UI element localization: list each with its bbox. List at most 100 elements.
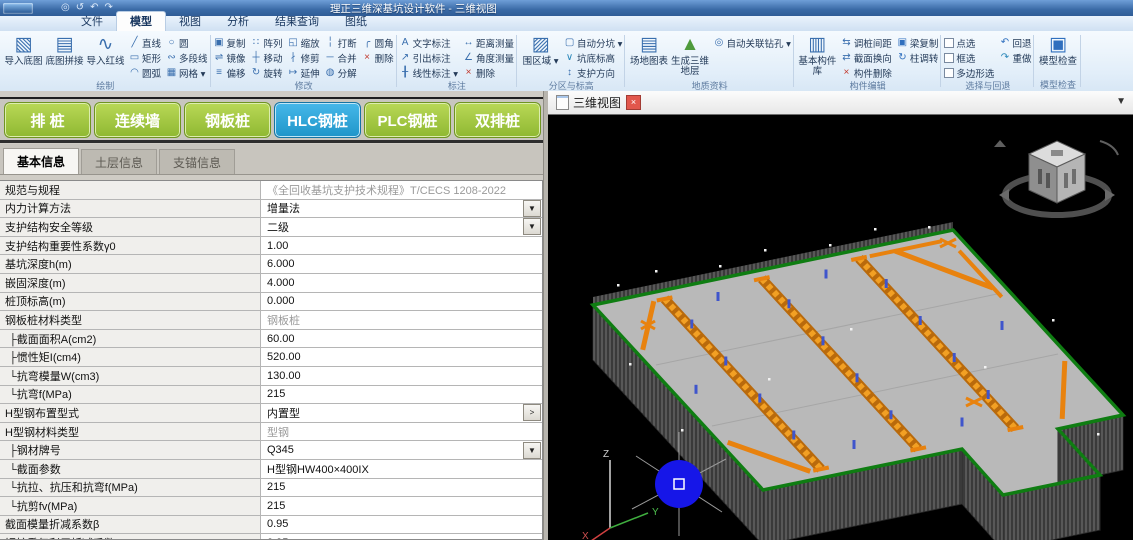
property-value[interactable]: Q345▼ (261, 441, 542, 459)
ribbon-small-button[interactable]: 点选 (944, 35, 994, 50)
property-value[interactable]: 增量法▼ (261, 200, 542, 218)
view-tab-3d[interactable]: 三维视图 × (556, 94, 641, 111)
pile-type-tab[interactable]: 连续墙 (94, 102, 181, 138)
ribbon-small-button[interactable]: ▭ 矩形 (129, 50, 161, 65)
info-tab[interactable]: 支锚信息 (159, 149, 235, 174)
ribbon-small-button[interactable]: ◎ 自动关联钻孔 ▾ (713, 35, 790, 50)
info-tab[interactable]: 土层信息 (81, 149, 157, 174)
ribbon-big-button[interactable]: ▨ 围区域 ▾ (520, 33, 561, 67)
pile-type-tab[interactable]: 钢板桩 (184, 102, 271, 138)
ribbon-small-button[interactable]: ▣ 复制 (214, 35, 246, 50)
menu-item[interactable]: 模型 (116, 11, 166, 31)
property-value[interactable]: 钢板桩 (261, 311, 542, 329)
menu-item[interactable]: 结果查询 (262, 12, 332, 31)
ribbon-small-button[interactable]: ↷ 重做 (999, 50, 1031, 65)
ribbon-group-geology: ▤ 场地图表 ▲ 生成三维地层 ◎ 自动关联钻孔 ▾ 地质资料 (625, 31, 793, 91)
menu-item[interactable]: 分析 (214, 12, 262, 31)
value-control-button[interactable]: ▼ (523, 218, 541, 235)
property-value[interactable]: 215 (261, 386, 542, 404)
ribbon-small-button[interactable]: ⇆ 调桩间距 (841, 35, 892, 50)
ribbon-small-button[interactable]: 多边形选 (944, 65, 994, 80)
property-value[interactable]: 60.00 (261, 330, 542, 348)
ribbon-small-button[interactable]: ∾ 多段线 (166, 50, 208, 65)
value-control-button[interactable]: ▼ (523, 442, 541, 459)
ribbon-big-button[interactable]: ▣ 模型检查 (1037, 33, 1078, 67)
ribbon-big-button[interactable]: ▥ 基本构件库 (797, 33, 838, 77)
menu-item[interactable]: 文件 (68, 12, 116, 31)
ribbon-small-button[interactable]: ⇌ 镜像 (214, 50, 246, 65)
property-value[interactable]: 520.00 (261, 348, 542, 366)
menu-item[interactable]: 视图 (166, 12, 214, 31)
ribbon-small-button[interactable]: ○ 圆 (166, 35, 208, 50)
ribbon-small-button[interactable]: 框选 (944, 50, 994, 65)
ribbon-big-button[interactable]: ▤ 场地图表 (628, 33, 669, 77)
ribbon-small-button[interactable]: × 删除 (362, 50, 394, 65)
ribbon-big-button[interactable]: ∿ 导入红线 (85, 33, 126, 67)
ribbon-small-button[interactable]: ▦ 网格 ▾ (166, 65, 208, 80)
ribbon-small-button[interactable]: ╂ 线性标注 ▾ (400, 65, 458, 80)
ribbon-small-button[interactable]: ↗ 引出标注 (400, 50, 458, 65)
pile-type-tab[interactable]: PLC钢桩 (364, 102, 451, 138)
value-control-button[interactable]: > (523, 404, 541, 421)
pile-type-tab[interactable]: 双排桩 (454, 102, 541, 138)
property-value[interactable]: 215 (261, 479, 542, 497)
ribbon-small-button[interactable]: ∨ 坑底标高 (564, 50, 622, 65)
ribbon-small-button[interactable]: ↕ 支护方向 (564, 65, 622, 80)
view-cube[interactable] (994, 140, 1118, 215)
ribbon-small-button[interactable]: ↻ 旋转 (251, 65, 283, 80)
table-row: 支护结构安全等级 二级▼ (0, 218, 542, 237)
ribbon-small-button[interactable]: A 文字标注 (400, 35, 458, 50)
tool-label: 复制 (227, 36, 246, 50)
table-row: 内力计算方法 增量法▼ (0, 200, 542, 219)
property-value[interactable]: 0.000 (261, 293, 542, 311)
ribbon-small-button[interactable]: ─ 合并 (325, 50, 357, 65)
ribbon-small-button[interactable]: ◍ 分解 (325, 65, 357, 80)
ribbon-small-button[interactable]: ⇄ 截面换向 (841, 50, 892, 65)
ribbon-small-button[interactable]: × 构件删除 (841, 65, 892, 80)
tool-label: 梁复制 (910, 36, 939, 50)
ribbon-small-button[interactable]: ╎ 打断 (325, 35, 357, 50)
tool-icon: ∿ (98, 33, 114, 57)
property-value[interactable]: 内置型> (261, 404, 542, 422)
ribbon-small-button[interactable]: ◠ 圆弧 (129, 65, 161, 80)
ribbon-small-button[interactable]: ╱ 直线 (129, 35, 161, 50)
property-value[interactable]: 1.00 (261, 237, 542, 255)
3d-model-canvas[interactable]: Z Y X (548, 115, 1133, 540)
ribbon-big-button[interactable]: ▲ 生成三维地层 (669, 33, 710, 77)
ribbon-small-button[interactable]: ↔ 距离测量 (463, 35, 514, 50)
ribbon-small-button[interactable]: × 删除 (463, 65, 514, 80)
ribbon-small-button[interactable]: ◱ 缩放 (288, 35, 320, 50)
ribbon-small-button[interactable]: ≡ 偏移 (214, 65, 246, 80)
property-value[interactable]: 二级▼ (261, 218, 542, 236)
property-value[interactable]: 0.95 (261, 516, 542, 534)
pile-type-tab[interactable]: 排 桩 (4, 102, 91, 138)
ribbon-small-button[interactable]: ▢ 自动分坑 ▾ (564, 35, 622, 50)
property-value[interactable]: H型钢HW400×400IX (261, 460, 542, 478)
property-value[interactable]: 0.95 (261, 534, 542, 540)
info-tab[interactable]: 基本信息 (3, 148, 79, 174)
property-value[interactable]: 《全回收基坑支护技术规程》T/CECS 1208-2022 (261, 181, 542, 199)
3d-viewport[interactable]: Z Y X (548, 115, 1133, 540)
ribbon-small-button[interactable]: ∷ 阵列 (251, 35, 283, 50)
ribbon-small-button[interactable]: ┼ 移动 (251, 50, 283, 65)
menu-item[interactable]: 图纸 (332, 12, 380, 31)
ribbon-big-button[interactable]: ▤ 底图拼接 (44, 33, 85, 67)
property-value[interactable]: 6.000 (261, 255, 542, 273)
property-value[interactable]: 215 (261, 497, 542, 515)
ribbon-group-component: ▥ 基本构件库 ⇆ 调桩间距 ⇄ 截面换向 × 构件删除 ▣ 梁复制 ↻ 柱调转… (794, 31, 942, 91)
ribbon-small-button[interactable]: ╭ 圆角 (362, 35, 394, 50)
property-value[interactable]: 130.00 (261, 367, 542, 385)
ribbon-small-button[interactable]: ▣ 梁复制 (897, 35, 939, 50)
value-control-button[interactable]: ▼ (523, 200, 541, 217)
ribbon-small-button[interactable]: ↶ 回退 (999, 35, 1031, 50)
ribbon-big-button[interactable]: ▧ 导入底图 (3, 33, 44, 67)
property-value[interactable]: 4.000 (261, 274, 542, 292)
ribbon-small-button[interactable]: ∠ 角度测量 (463, 50, 514, 65)
pile-type-tab[interactable]: HLC钢桩 (274, 102, 361, 138)
close-icon[interactable]: × (626, 95, 641, 110)
ribbon-small-button[interactable]: ↻ 柱调转 (897, 50, 939, 65)
property-value[interactable]: 型钢 (261, 423, 542, 441)
tab-list-dropdown-icon[interactable]: ▼ (1116, 96, 1126, 107)
ribbon-small-button[interactable]: ↦ 延伸 (288, 65, 320, 80)
ribbon-small-button[interactable]: ∤ 修剪 (288, 50, 320, 65)
